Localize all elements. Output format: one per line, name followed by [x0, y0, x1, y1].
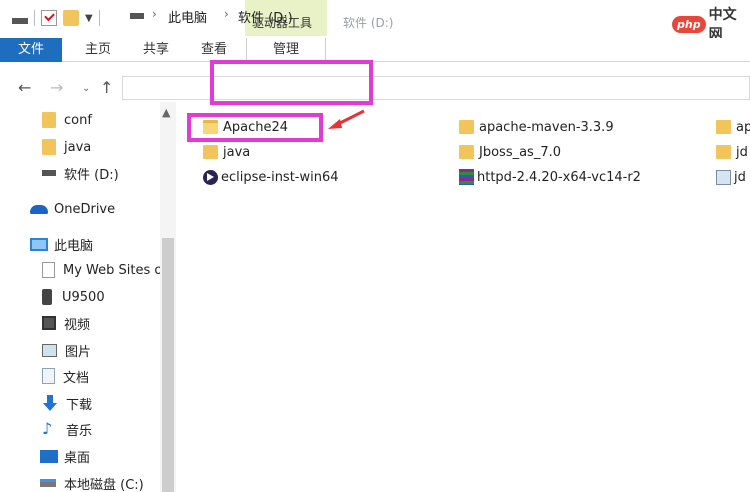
forward-arrow-icon[interactable]: → — [50, 78, 63, 97]
sidebar-item-label: 文档 — [63, 370, 90, 386]
tab-view[interactable]: 查看 — [194, 38, 234, 62]
drive-icon[interactable] — [12, 17, 28, 24]
navigation-pane: conf java 软件 (D:) OneDrive 此电脑 My Web Si… — [0, 102, 178, 492]
folder-icon — [42, 139, 56, 155]
folder-icon — [203, 145, 218, 159]
sidebar-item-videos[interactable]: 视频 — [42, 311, 90, 335]
navigation-bar: ← → ⌄ ↑ — [0, 72, 750, 102]
ribbon-tabs: 文件 主页 共享 查看 管理 — [0, 38, 750, 62]
toolbar-divider — [98, 10, 100, 26]
sidebar-item-music[interactable]: ♪ 音乐 — [42, 417, 92, 441]
file-name: httpd-2.4.20-x64-vc14-r2 — [477, 169, 641, 185]
sidebar-item-label: java — [64, 139, 92, 155]
php-logo: php — [672, 15, 706, 33]
sidebar-scroll-thumb[interactable] — [162, 238, 174, 492]
file-name: apache-maven-3.3.9 — [479, 119, 614, 135]
folder-icon — [42, 112, 56, 128]
sidebar-item-label: OneDrive — [54, 201, 116, 217]
address-drive-icon — [130, 13, 144, 19]
video-icon — [42, 316, 56, 330]
download-icon — [42, 395, 58, 411]
new-folder-icon[interactable] — [63, 10, 79, 26]
chevron-right-icon[interactable]: › — [152, 7, 157, 21]
sidebar-item-drive-d[interactable]: 软件 (D:) — [42, 161, 119, 185]
sidebar-item-downloads[interactable]: 下载 — [42, 391, 92, 415]
sidebar-item-label: U9500 — [62, 289, 105, 305]
file-name: jd — [734, 169, 746, 185]
page-icon — [42, 262, 55, 278]
file-name: ap — [736, 119, 750, 135]
breadcrumb-drive-d[interactable]: 软件 (D:) — [238, 7, 293, 26]
sidebar-item-label: My Web Sites o — [63, 262, 163, 278]
window-title: 软件 (D:) — [343, 16, 394, 30]
address-highlight-box — [210, 60, 373, 105]
title-bar: ▼ 驱动器工具 软件 (D:) php 中文网 — [0, 0, 750, 43]
sidebar-item-java[interactable]: java — [42, 135, 91, 159]
scroll-up-arrow-icon[interactable]: ▲ — [162, 106, 170, 119]
back-arrow-icon[interactable]: ← — [18, 78, 31, 97]
tab-share[interactable]: 共享 — [136, 38, 176, 62]
sidebar-item-my-web-sites[interactable]: My Web Sites o — [42, 258, 162, 282]
folder-icon — [716, 120, 731, 134]
sidebar-item-label: 下载 — [66, 397, 93, 413]
file-item-jboss[interactable]: Jboss_as_7.0 — [459, 141, 561, 163]
archive-icon — [459, 169, 474, 185]
customize-toolbar-icon[interactable]: ▼ — [85, 13, 93, 24]
sidebar-item-onedrive[interactable]: OneDrive — [30, 197, 115, 221]
breadcrumb-this-pc[interactable]: 此电脑 — [168, 7, 207, 26]
file-item-ap[interactable]: ap — [716, 116, 750, 138]
chevron-right-icon[interactable]: › — [224, 7, 229, 21]
sidebar-item-documents[interactable]: 文档 — [42, 364, 89, 388]
folder-icon — [459, 120, 474, 134]
sidebar-item-u9500[interactable]: U9500 — [42, 285, 105, 309]
eclipse-icon — [203, 169, 218, 185]
sidebar-item-this-pc[interactable]: 此电脑 — [30, 232, 93, 256]
up-arrow-icon[interactable]: ↑ — [100, 78, 113, 97]
drive-icon — [42, 170, 56, 176]
sidebar-item-desktop[interactable]: 桌面 — [40, 444, 90, 468]
sidebar-item-label: 此电脑 — [54, 238, 94, 254]
image-file-icon — [716, 169, 731, 185]
phone-icon — [42, 289, 52, 305]
desktop-icon — [40, 449, 58, 463]
file-item-eclipse-inst-win64[interactable]: eclipse-inst-win64 — [203, 166, 339, 188]
picture-icon — [42, 343, 57, 357]
tab-home[interactable]: 主页 — [78, 38, 118, 62]
quick-access-toolbar: ▼ — [12, 10, 100, 26]
sidebar-item-label: 桌面 — [64, 450, 91, 466]
folder-icon — [459, 145, 474, 159]
music-icon: ♪ — [42, 419, 53, 438]
file-name: Jboss_as_7.0 — [479, 144, 561, 160]
toolbar-divider — [34, 10, 35, 26]
file-name: java — [223, 144, 251, 160]
computer-icon — [30, 237, 48, 251]
apache24-highlight-box — [187, 113, 323, 142]
tab-manage[interactable]: 管理 — [246, 38, 326, 62]
file-item-jd-file[interactable]: jd — [716, 166, 746, 188]
file-item-httpd-archive[interactable]: httpd-2.4.20-x64-vc14-r2 — [459, 166, 641, 188]
properties-icon[interactable] — [41, 10, 57, 26]
file-name: jd — [736, 144, 748, 160]
sidebar-item-local-disk-c[interactable]: 本地磁盘 (C:) — [40, 471, 144, 492]
file-name: eclipse-inst-win64 — [221, 169, 339, 185]
folder-icon — [716, 145, 731, 159]
file-item-jd-folder[interactable]: jd — [716, 141, 748, 163]
recent-locations-icon[interactable]: ⌄ — [82, 83, 90, 94]
file-item-apache-maven[interactable]: apache-maven-3.3.9 — [459, 116, 614, 138]
sidebar-item-pictures[interactable]: 图片 — [42, 338, 91, 362]
sidebar-item-label: 本地磁盘 (C:) — [64, 477, 144, 492]
sidebar-item-label: 视频 — [64, 317, 91, 333]
sidebar-item-label: 图片 — [65, 344, 92, 360]
annotation-arrow-icon — [328, 109, 365, 129]
sidebar-item-label: 音乐 — [66, 423, 93, 439]
document-icon — [42, 368, 55, 384]
tab-file[interactable]: 文件 — [0, 38, 62, 62]
sidebar-item-conf[interactable]: conf — [42, 108, 92, 132]
sidebar-item-label: 软件 (D:) — [64, 167, 119, 183]
cloud-icon — [30, 204, 48, 214]
sidebar-item-label: conf — [64, 112, 92, 128]
file-item-java[interactable]: java — [203, 141, 250, 163]
local-disk-icon — [40, 479, 56, 487]
